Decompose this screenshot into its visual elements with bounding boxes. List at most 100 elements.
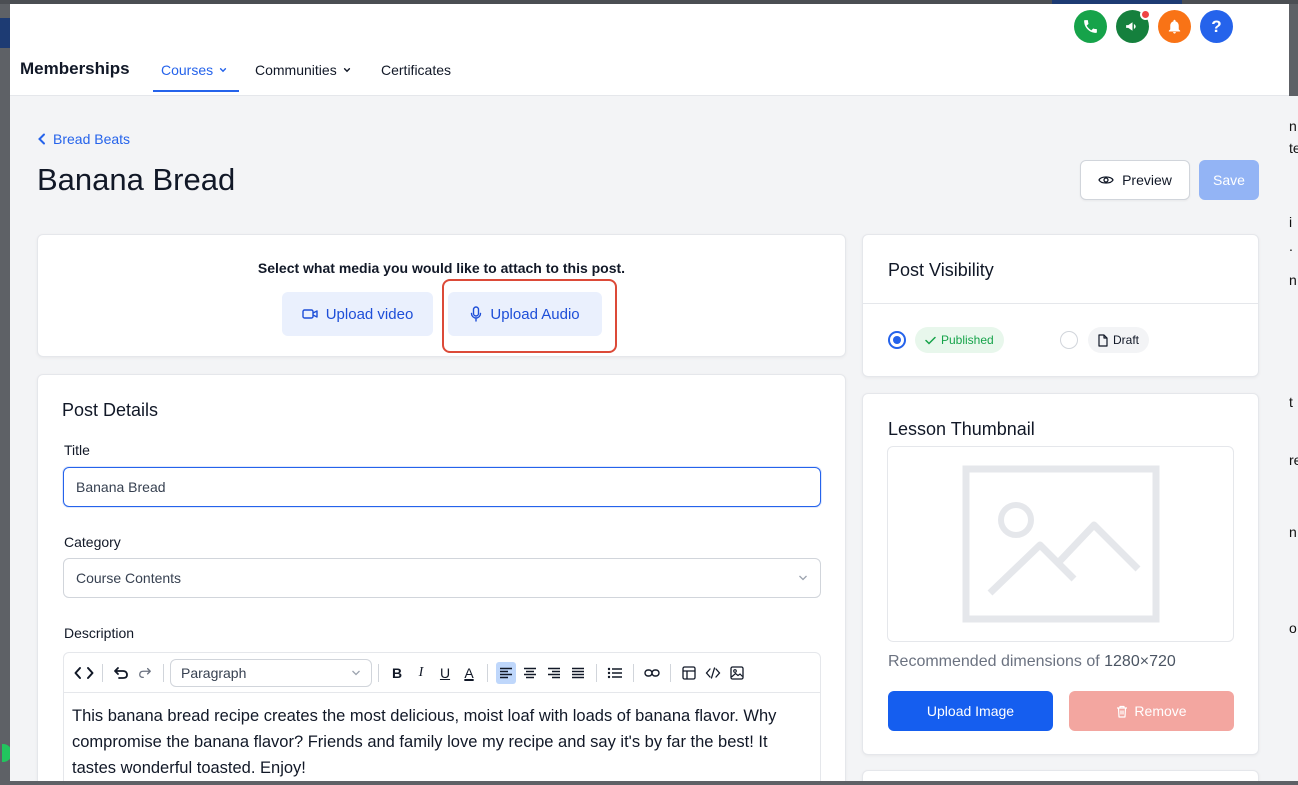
- megaphone-icon: [1126, 22, 1136, 31]
- bold-button[interactable]: B: [387, 662, 407, 684]
- embed-code-button[interactable]: [703, 662, 723, 684]
- link-button[interactable]: [642, 662, 662, 684]
- category-select-value: Course Contents: [76, 570, 182, 586]
- category-label: Category: [64, 534, 121, 550]
- block-format-value: Paragraph: [181, 664, 247, 681]
- draft-badge[interactable]: Draft: [1088, 327, 1150, 353]
- post-details-card: Post Details Title Banana Bread Category…: [37, 374, 846, 781]
- align-right-icon: [548, 667, 560, 678]
- toolbar-divider: [487, 663, 488, 682]
- draft-radio[interactable]: [1060, 331, 1078, 349]
- toolbar-divider: [378, 663, 379, 682]
- published-radio[interactable]: [888, 331, 906, 349]
- preview-button[interactable]: Preview: [1080, 160, 1190, 200]
- highlight-box: [442, 279, 617, 353]
- backdrop-text: .: [1289, 238, 1298, 254]
- post-visibility-card: Post Visibility Published Draft: [862, 234, 1259, 377]
- remove-image-button[interactable]: Remove: [1069, 691, 1234, 731]
- description-editor: Paragraph B I U A This banana bread reci…: [63, 652, 821, 781]
- media-attach-card: Select what media you would like to atta…: [37, 234, 846, 357]
- draft-label: Draft: [1113, 333, 1140, 347]
- upload-video-label: Upload video: [325, 305, 414, 323]
- redo-icon: [139, 667, 151, 678]
- title-input[interactable]: Banana Bread: [63, 467, 821, 507]
- block-format-select[interactable]: Paragraph: [170, 658, 372, 687]
- next-card: [862, 770, 1259, 781]
- image-icon: [730, 665, 744, 680]
- table-icon: [682, 665, 696, 680]
- align-center-button[interactable]: [520, 662, 540, 684]
- backdrop-text: i: [1289, 214, 1298, 230]
- undo-button[interactable]: [111, 662, 131, 684]
- align-left-icon: [500, 667, 512, 678]
- backdrop-text: te: [1289, 140, 1298, 156]
- nav-communities[interactable]: Communities: [255, 62, 351, 78]
- post-visibility-title: Post Visibility: [888, 260, 994, 280]
- align-justify-icon: [572, 667, 584, 678]
- post-details-title: Post Details: [62, 400, 159, 420]
- undo-icon: [114, 666, 128, 679]
- video-camera-icon: [302, 309, 318, 319]
- backdrop-text: o: [1289, 620, 1298, 636]
- breadcrumb[interactable]: Bread Beats: [37, 131, 130, 147]
- nav-active-indicator: [153, 90, 239, 92]
- announcements-button[interactable]: [1116, 9, 1151, 43]
- chevron-down-icon: [343, 68, 350, 73]
- chevron-left-icon: [38, 133, 45, 145]
- upload-video-button[interactable]: Upload video: [282, 292, 433, 336]
- phone-icon: [1084, 20, 1097, 33]
- table-button[interactable]: [679, 662, 699, 684]
- nav-courses-label: Courses: [161, 62, 214, 78]
- chevron-down-icon: [352, 670, 360, 675]
- underline-button[interactable]: U: [435, 662, 455, 684]
- check-icon: [925, 336, 936, 345]
- notifications-button[interactable]: [1158, 10, 1191, 43]
- brand-title: Memberships: [20, 59, 130, 78]
- recommended-dimensions: Recommended dimensions of 1280×720: [888, 653, 1176, 671]
- align-center-icon: [524, 667, 536, 678]
- backdrop-text: t: [1289, 394, 1298, 410]
- editor-toolbar: Paragraph B I U A: [64, 653, 820, 693]
- backdrop-text: n: [1289, 524, 1298, 540]
- description-text[interactable]: This banana bread recipe creates the mos…: [72, 703, 812, 781]
- code-view-button[interactable]: [74, 662, 94, 684]
- page-title: Banana Bread: [37, 162, 236, 197]
- text-color-button[interactable]: A: [459, 662, 479, 684]
- bullet-list-button[interactable]: [605, 662, 625, 684]
- published-badge[interactable]: Published: [915, 327, 1004, 353]
- phone-button[interactable]: [1074, 10, 1107, 43]
- breadcrumb-label: Bread Beats: [53, 131, 131, 147]
- recommended-dimensions-text: Recommended dimensions of: [888, 653, 1100, 670]
- help-button[interactable]: ?: [1200, 10, 1233, 43]
- backdrop-text: re: [1289, 452, 1298, 468]
- code-slash-icon: [705, 666, 721, 679]
- align-left-button[interactable]: [496, 661, 516, 684]
- app-window: Memberships Courses Communities Certific…: [10, 4, 1289, 781]
- chevron-down-icon: [799, 575, 807, 581]
- toolbar-divider: [670, 663, 671, 682]
- divider: [863, 303, 1258, 304]
- title-label: Title: [64, 442, 90, 458]
- nav-courses[interactable]: Courses: [161, 62, 227, 78]
- thumbnail-preview: [887, 446, 1234, 642]
- toolbar-divider: [596, 663, 597, 682]
- lesson-thumbnail-title: Lesson Thumbnail: [888, 419, 1035, 439]
- document-icon: [1098, 333, 1108, 347]
- backdrop-text: n: [1289, 272, 1298, 288]
- code-icon: [74, 666, 94, 679]
- published-label: Published: [941, 333, 994, 347]
- nav-certificates[interactable]: Certificates: [381, 62, 451, 78]
- upload-image-button[interactable]: Upload Image: [888, 691, 1053, 731]
- category-select[interactable]: Course Contents: [63, 558, 821, 598]
- align-justify-button[interactable]: [568, 662, 588, 684]
- save-button[interactable]: Save: [1199, 160, 1259, 200]
- redo-button[interactable]: [135, 662, 155, 684]
- insert-image-button[interactable]: [727, 662, 747, 684]
- recommended-dimensions-value: 1280×720: [1104, 653, 1176, 670]
- italic-button[interactable]: I: [411, 662, 431, 684]
- remove-label: Remove: [1134, 703, 1187, 719]
- notification-dot: [1140, 9, 1151, 20]
- align-right-button[interactable]: [544, 662, 564, 684]
- nav-certificates-label: Certificates: [381, 62, 452, 78]
- toolbar-divider: [633, 663, 634, 682]
